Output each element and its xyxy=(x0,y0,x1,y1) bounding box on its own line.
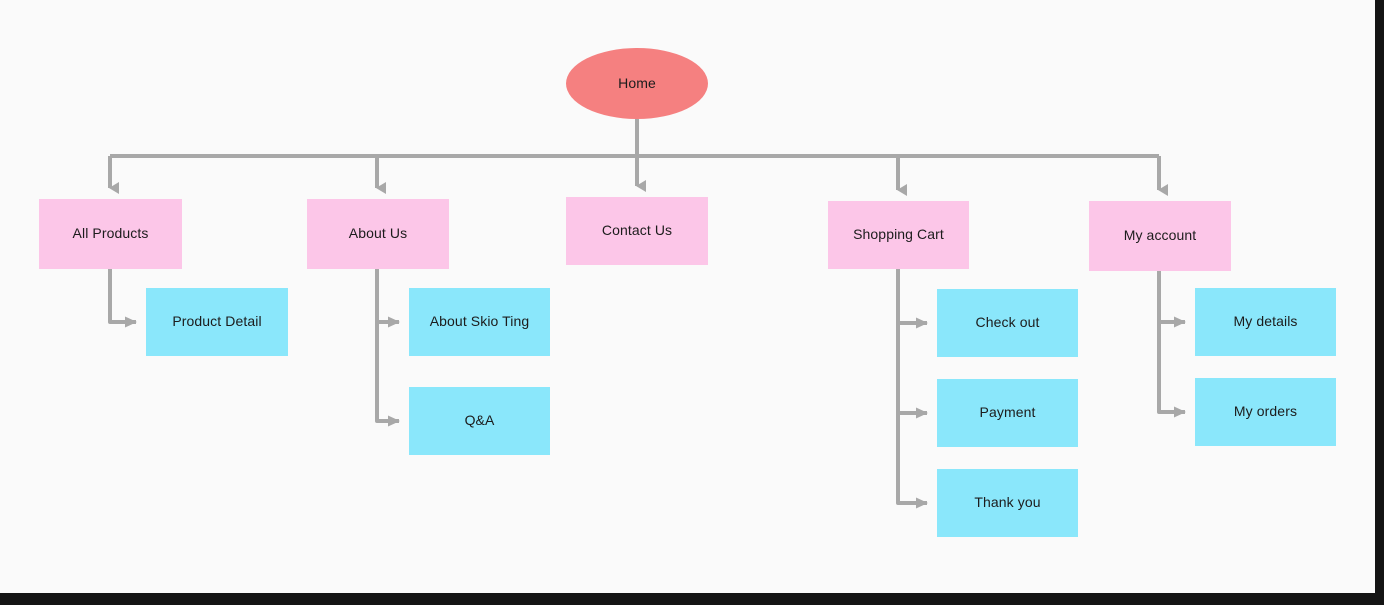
node-my-details-label: My details xyxy=(1233,313,1298,330)
node-all-products[interactable]: All Products xyxy=(39,199,182,269)
node-product-detail-label: Product Detail xyxy=(172,313,262,330)
edge-group-root xyxy=(108,119,1168,196)
node-qa-label: Q&A xyxy=(464,412,495,429)
edge-my-account-my-details xyxy=(1157,271,1186,328)
node-qa[interactable]: Q&A xyxy=(409,387,550,455)
edge-about-us-about-skio-ting xyxy=(375,269,400,328)
node-my-details[interactable]: My details xyxy=(1195,288,1336,356)
node-check-out-label: Check out xyxy=(975,314,1040,331)
edge-shopping-cart-thank-you xyxy=(896,269,928,509)
node-home[interactable]: Home xyxy=(566,48,708,119)
node-shopping-cart[interactable]: Shopping Cart xyxy=(828,201,969,269)
node-thank-you[interactable]: Thank you xyxy=(937,469,1078,537)
node-check-out[interactable]: Check out xyxy=(937,289,1078,357)
node-contact-us-label: Contact Us xyxy=(601,222,673,239)
node-my-account-label: My account xyxy=(1123,227,1197,244)
node-about-us[interactable]: About Us xyxy=(307,199,449,269)
edge-shopping-cart-check-out xyxy=(896,269,928,329)
node-all-products-label: All Products xyxy=(72,225,149,242)
node-product-detail[interactable]: Product Detail xyxy=(146,288,288,356)
node-payment-label: Payment xyxy=(979,404,1036,421)
node-about-skio-ting[interactable]: About Skio Ting xyxy=(409,288,550,356)
node-my-orders[interactable]: My orders xyxy=(1195,378,1336,446)
edge-about-us-qa xyxy=(375,269,400,427)
node-shopping-cart-label: Shopping Cart xyxy=(853,226,944,243)
edge-shopping-cart-payment xyxy=(896,269,928,419)
node-my-orders-label: My orders xyxy=(1233,403,1298,420)
node-about-us-label: About Us xyxy=(348,225,408,242)
node-home-label: Home xyxy=(618,74,656,91)
node-contact-us[interactable]: Contact Us xyxy=(566,197,708,265)
node-payment[interactable]: Payment xyxy=(937,379,1078,447)
node-my-account[interactable]: My account xyxy=(1089,201,1231,271)
sitemap-canvas: Home All Products About Us Contact Us Sh… xyxy=(0,0,1384,605)
node-thank-you-label: Thank you xyxy=(974,494,1041,511)
node-about-skio-ting-label: About Skio Ting xyxy=(429,313,530,330)
edge-my-account-my-orders xyxy=(1157,271,1186,418)
edge-all-products-product-detail xyxy=(108,269,137,328)
